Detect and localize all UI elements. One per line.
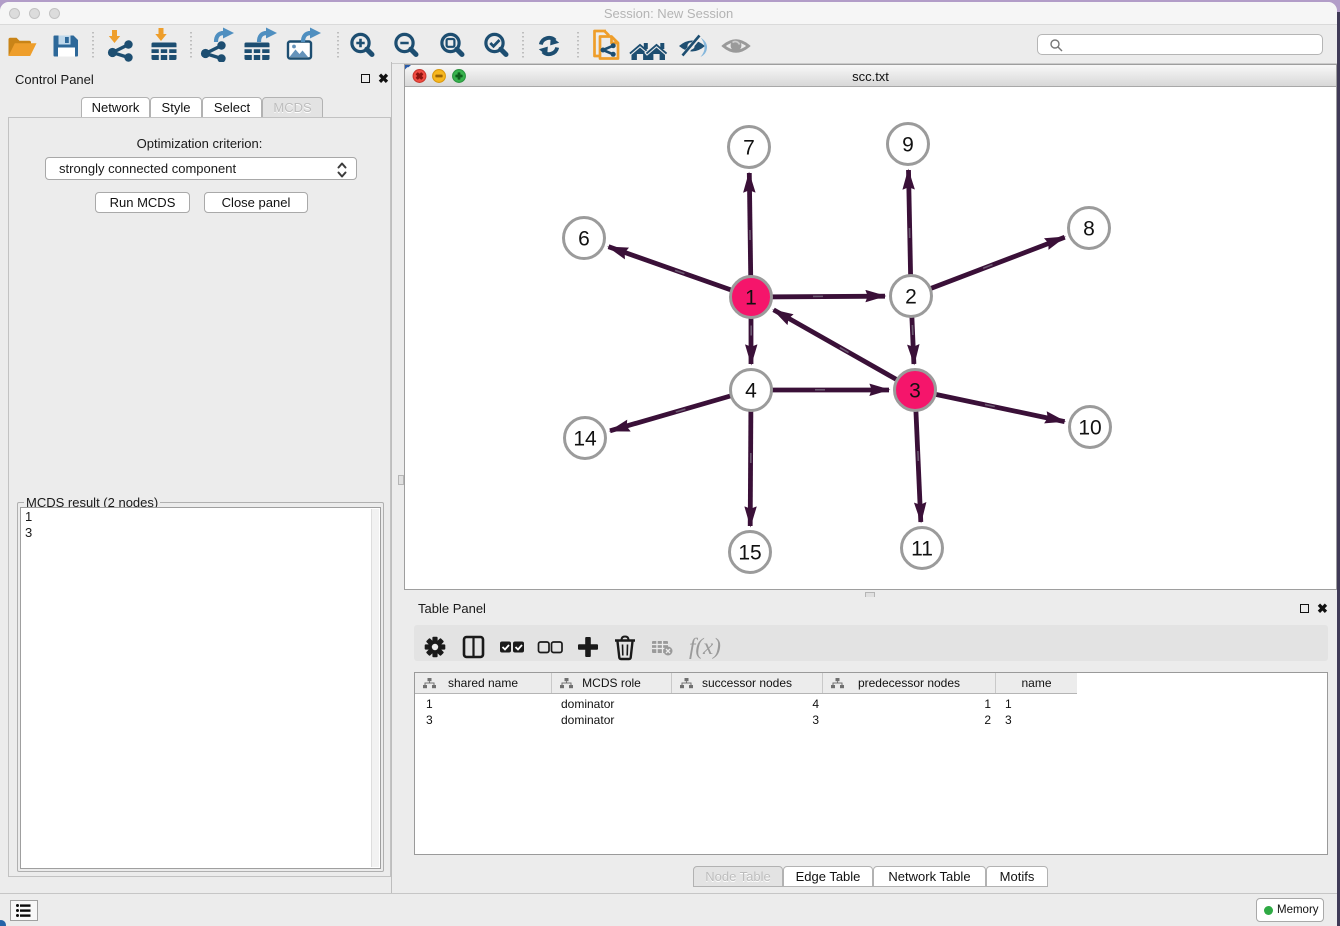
svg-text:11: 11 bbox=[911, 538, 933, 561]
svg-text:15: 15 bbox=[738, 542, 761, 565]
svg-text:1: 1 bbox=[745, 287, 757, 310]
svg-text:6: 6 bbox=[578, 228, 590, 251]
svg-text:9: 9 bbox=[902, 134, 914, 157]
svg-text:8: 8 bbox=[1083, 218, 1095, 241]
svg-text:3: 3 bbox=[909, 380, 921, 403]
svg-text:14: 14 bbox=[573, 428, 597, 451]
svg-text:4: 4 bbox=[745, 380, 757, 403]
svg-text:7: 7 bbox=[743, 137, 755, 160]
svg-text:f(x): f(x) bbox=[689, 634, 721, 659]
svg-text:2: 2 bbox=[905, 286, 917, 309]
svg-text:10: 10 bbox=[1078, 417, 1101, 440]
